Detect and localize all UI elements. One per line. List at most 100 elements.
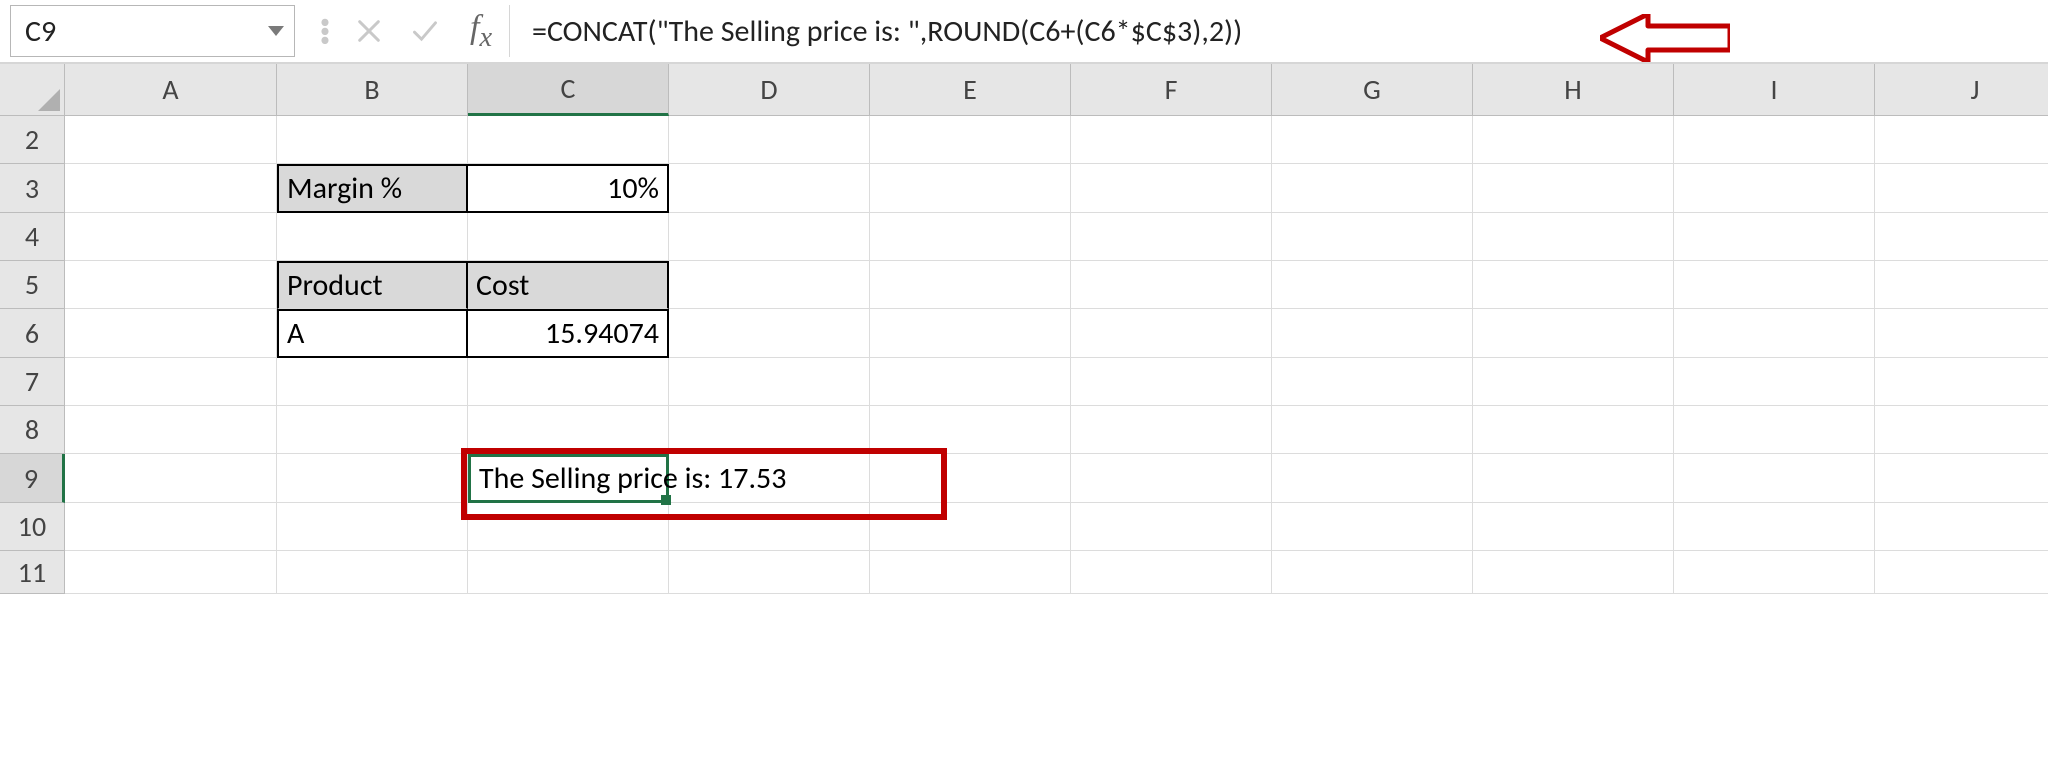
cell-I5[interactable] — [1674, 261, 1875, 309]
cell-H11[interactable] — [1473, 551, 1674, 594]
cell-F8[interactable] — [1071, 406, 1272, 454]
cell-C11[interactable] — [468, 551, 669, 594]
cell-G10[interactable] — [1272, 503, 1473, 551]
row-header-6[interactable]: 6 — [0, 309, 65, 358]
cell-F5[interactable] — [1071, 261, 1272, 309]
col-header-F[interactable]: F — [1071, 64, 1272, 116]
cell-B9[interactable] — [277, 454, 468, 503]
cell-J8[interactable] — [1875, 406, 2048, 454]
cell-E6[interactable] — [870, 309, 1071, 358]
cell-H8[interactable] — [1473, 406, 1674, 454]
formula-input[interactable]: =CONCAT("The Selling price is: ",ROUND(C… — [509, 5, 2038, 57]
cell-D7[interactable] — [669, 358, 870, 406]
cell-B3[interactable]: Margin % — [277, 164, 468, 213]
row-header-4[interactable]: 4 — [0, 213, 65, 261]
cell-E8[interactable] — [870, 406, 1071, 454]
select-all-corner[interactable] — [0, 64, 65, 116]
cell-A3[interactable] — [65, 164, 277, 213]
cell-G2[interactable] — [1272, 116, 1473, 164]
cell-C8[interactable] — [468, 406, 669, 454]
cell-H7[interactable] — [1473, 358, 1674, 406]
col-header-G[interactable]: G — [1272, 64, 1473, 116]
cell-A6[interactable] — [65, 309, 277, 358]
cell-F3[interactable] — [1071, 164, 1272, 213]
cell-D8[interactable] — [669, 406, 870, 454]
row-header-11[interactable]: 11 — [0, 551, 65, 594]
cell-B11[interactable] — [277, 551, 468, 594]
cell-A10[interactable] — [65, 503, 277, 551]
cell-H10[interactable] — [1473, 503, 1674, 551]
cell-G9[interactable] — [1272, 454, 1473, 503]
cell-I8[interactable] — [1674, 406, 1875, 454]
cell-J5[interactable] — [1875, 261, 2048, 309]
row-header-9[interactable]: 9 — [0, 454, 65, 503]
cell-A8[interactable] — [65, 406, 277, 454]
cell-D3[interactable] — [669, 164, 870, 213]
cell-F10[interactable] — [1071, 503, 1272, 551]
cell-C6[interactable]: 15.94074 — [468, 309, 669, 358]
cell-F11[interactable] — [1071, 551, 1272, 594]
cell-J11[interactable] — [1875, 551, 2048, 594]
chevron-down-icon[interactable] — [268, 26, 284, 36]
cell-G7[interactable] — [1272, 358, 1473, 406]
cell-D5[interactable] — [669, 261, 870, 309]
cell-H6[interactable] — [1473, 309, 1674, 358]
cell-E3[interactable] — [870, 164, 1071, 213]
cell-G11[interactable] — [1272, 551, 1473, 594]
cell-A11[interactable] — [65, 551, 277, 594]
cell-C10[interactable] — [468, 503, 669, 551]
cell-I6[interactable] — [1674, 309, 1875, 358]
cell-C3[interactable]: 10% — [468, 164, 669, 213]
cell-H9[interactable] — [1473, 454, 1674, 503]
col-header-D[interactable]: D — [669, 64, 870, 116]
cell-I3[interactable] — [1674, 164, 1875, 213]
col-header-I[interactable]: I — [1674, 64, 1875, 116]
cell-G6[interactable] — [1272, 309, 1473, 358]
cell-F2[interactable] — [1071, 116, 1272, 164]
cell-B10[interactable] — [277, 503, 468, 551]
cell-C5[interactable]: Cost — [468, 261, 669, 309]
cell-A9[interactable] — [65, 454, 277, 503]
cell-D2[interactable] — [669, 116, 870, 164]
cell-G3[interactable] — [1272, 164, 1473, 213]
row-header-3[interactable]: 3 — [0, 164, 65, 213]
col-header-A[interactable]: A — [65, 64, 277, 116]
cell-I2[interactable] — [1674, 116, 1875, 164]
row-header-2[interactable]: 2 — [0, 116, 65, 164]
cell-I10[interactable] — [1674, 503, 1875, 551]
cell-B2[interactable] — [277, 116, 468, 164]
cell-F6[interactable] — [1071, 309, 1272, 358]
cell-F9[interactable] — [1071, 454, 1272, 503]
row-header-10[interactable]: 10 — [0, 503, 65, 551]
cell-F4[interactable] — [1071, 213, 1272, 261]
cell-A7[interactable] — [65, 358, 277, 406]
cell-E2[interactable] — [870, 116, 1071, 164]
cell-D4[interactable] — [669, 213, 870, 261]
cell-J9[interactable] — [1875, 454, 2048, 503]
cell-J10[interactable] — [1875, 503, 2048, 551]
formula-expand-icon[interactable]: ••• — [309, 19, 341, 43]
cell-E11[interactable] — [870, 551, 1071, 594]
col-header-C[interactable]: C — [468, 64, 669, 116]
cell-B7[interactable] — [277, 358, 468, 406]
cell-A4[interactable] — [65, 213, 277, 261]
col-header-E[interactable]: E — [870, 64, 1071, 116]
fx-icon[interactable]: fx — [453, 9, 509, 54]
cell-H4[interactable] — [1473, 213, 1674, 261]
cell-B8[interactable] — [277, 406, 468, 454]
cell-J2[interactable] — [1875, 116, 2048, 164]
cell-D9[interactable] — [669, 454, 870, 503]
cell-B4[interactable] — [277, 213, 468, 261]
row-header-5[interactable]: 5 — [0, 261, 65, 309]
cell-I4[interactable] — [1674, 213, 1875, 261]
cell-D11[interactable] — [669, 551, 870, 594]
cell-G5[interactable] — [1272, 261, 1473, 309]
col-header-H[interactable]: H — [1473, 64, 1674, 116]
cell-B5[interactable]: Product — [277, 261, 468, 309]
col-header-J[interactable]: J — [1875, 64, 2048, 116]
cell-C2[interactable] — [468, 116, 669, 164]
cell-B6[interactable]: A — [277, 309, 468, 358]
cell-E9[interactable] — [870, 454, 1071, 503]
col-header-B[interactable]: B — [277, 64, 468, 116]
cell-J7[interactable] — [1875, 358, 2048, 406]
